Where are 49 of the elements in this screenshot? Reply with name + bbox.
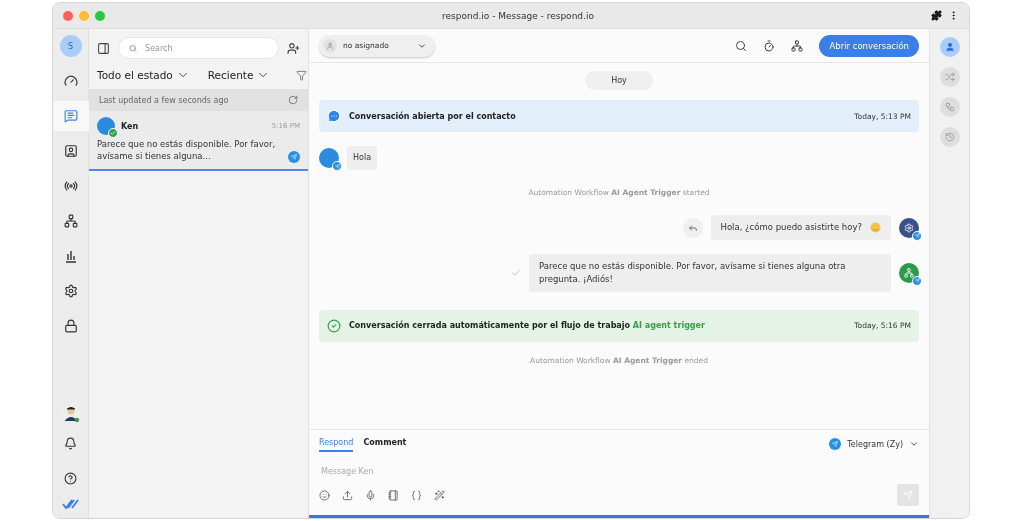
- channel-dropdown[interactable]: Telegram (Zy): [829, 438, 919, 450]
- message-bubble: Parece que no estás disponible. Por favor, avísame si tienes alguna otra pregunta. ¡Adiós!: [529, 254, 891, 292]
- message-input[interactable]: Message Ken: [319, 464, 919, 478]
- filter-dropdown[interactable]: Todo el estado: [97, 68, 190, 82]
- close-button[interactable]: [63, 10, 73, 21]
- reply-icon: [687, 222, 698, 233]
- filter-icon[interactable]: [296, 69, 308, 81]
- composer-tab[interactable]: Respond: [319, 436, 354, 452]
- refresh-icon[interactable]: [288, 95, 298, 105]
- message-bubble: Hola: [347, 146, 378, 171]
- panel-toggle-icon[interactable]: [97, 41, 110, 55]
- add-contact-icon[interactable]: [287, 41, 300, 55]
- network-icon[interactable]: [791, 39, 804, 52]
- search-input[interactable]: Search: [143, 42, 268, 54]
- search-icon: [129, 43, 138, 53]
- open-conversation-button[interactable]: Abrir conversación: [819, 34, 919, 57]
- search-icon[interactable]: [735, 39, 748, 52]
- telegram-icon: [288, 150, 300, 163]
- person-icon[interactable]: [939, 37, 960, 57]
- extensions-icon[interactable]: [931, 10, 942, 21]
- date-chip: Hoy: [585, 71, 653, 90]
- search-field[interactable]: Search: [118, 37, 279, 59]
- chevron-down-icon: [909, 439, 919, 449]
- telegram-icon: [829, 438, 842, 450]
- composer-tab[interactable]: Comment: [363, 436, 407, 452]
- banner-text: Conversación abierta por el contacto: [349, 111, 517, 121]
- upload-icon[interactable]: [342, 489, 353, 501]
- contact-avatar: [319, 148, 339, 169]
- filter-dropdown[interactable]: Reciente: [207, 68, 271, 82]
- status-text: Last updated a few seconds ago: [99, 95, 229, 105]
- logo-icon: [61, 498, 80, 510]
- braces-icon[interactable]: [411, 489, 422, 501]
- check-circle-icon: [327, 318, 341, 333]
- message-icon[interactable]: [53, 101, 89, 131]
- contact-name: Ken: [121, 121, 140, 131]
- banner-text: Conversación cerrada automáticamente por el flujo de trabajo AI agent trigger: [349, 321, 706, 331]
- message-preview: Parece que no estás disponible. Por favor, avísame si tienes alguna...: [97, 139, 277, 163]
- emoji-icon[interactable]: [319, 489, 330, 501]
- send-icon: [903, 490, 913, 500]
- message-bubble: Hola, ¿cómo puedo asistirte hoy?: [710, 215, 891, 241]
- notebook-icon[interactable]: [388, 489, 399, 501]
- person-icon: [323, 38, 337, 53]
- microphone-icon[interactable]: [365, 489, 376, 501]
- user-avatar[interactable]: S: [59, 35, 82, 57]
- snooze-icon[interactable]: [763, 39, 776, 52]
- magic-wand-icon[interactable]: [434, 489, 445, 501]
- contact-avatar: [97, 117, 115, 135]
- chat-bubble-icon: [327, 109, 341, 123]
- window-title: respond.io - Message - respond.io: [441, 10, 595, 21]
